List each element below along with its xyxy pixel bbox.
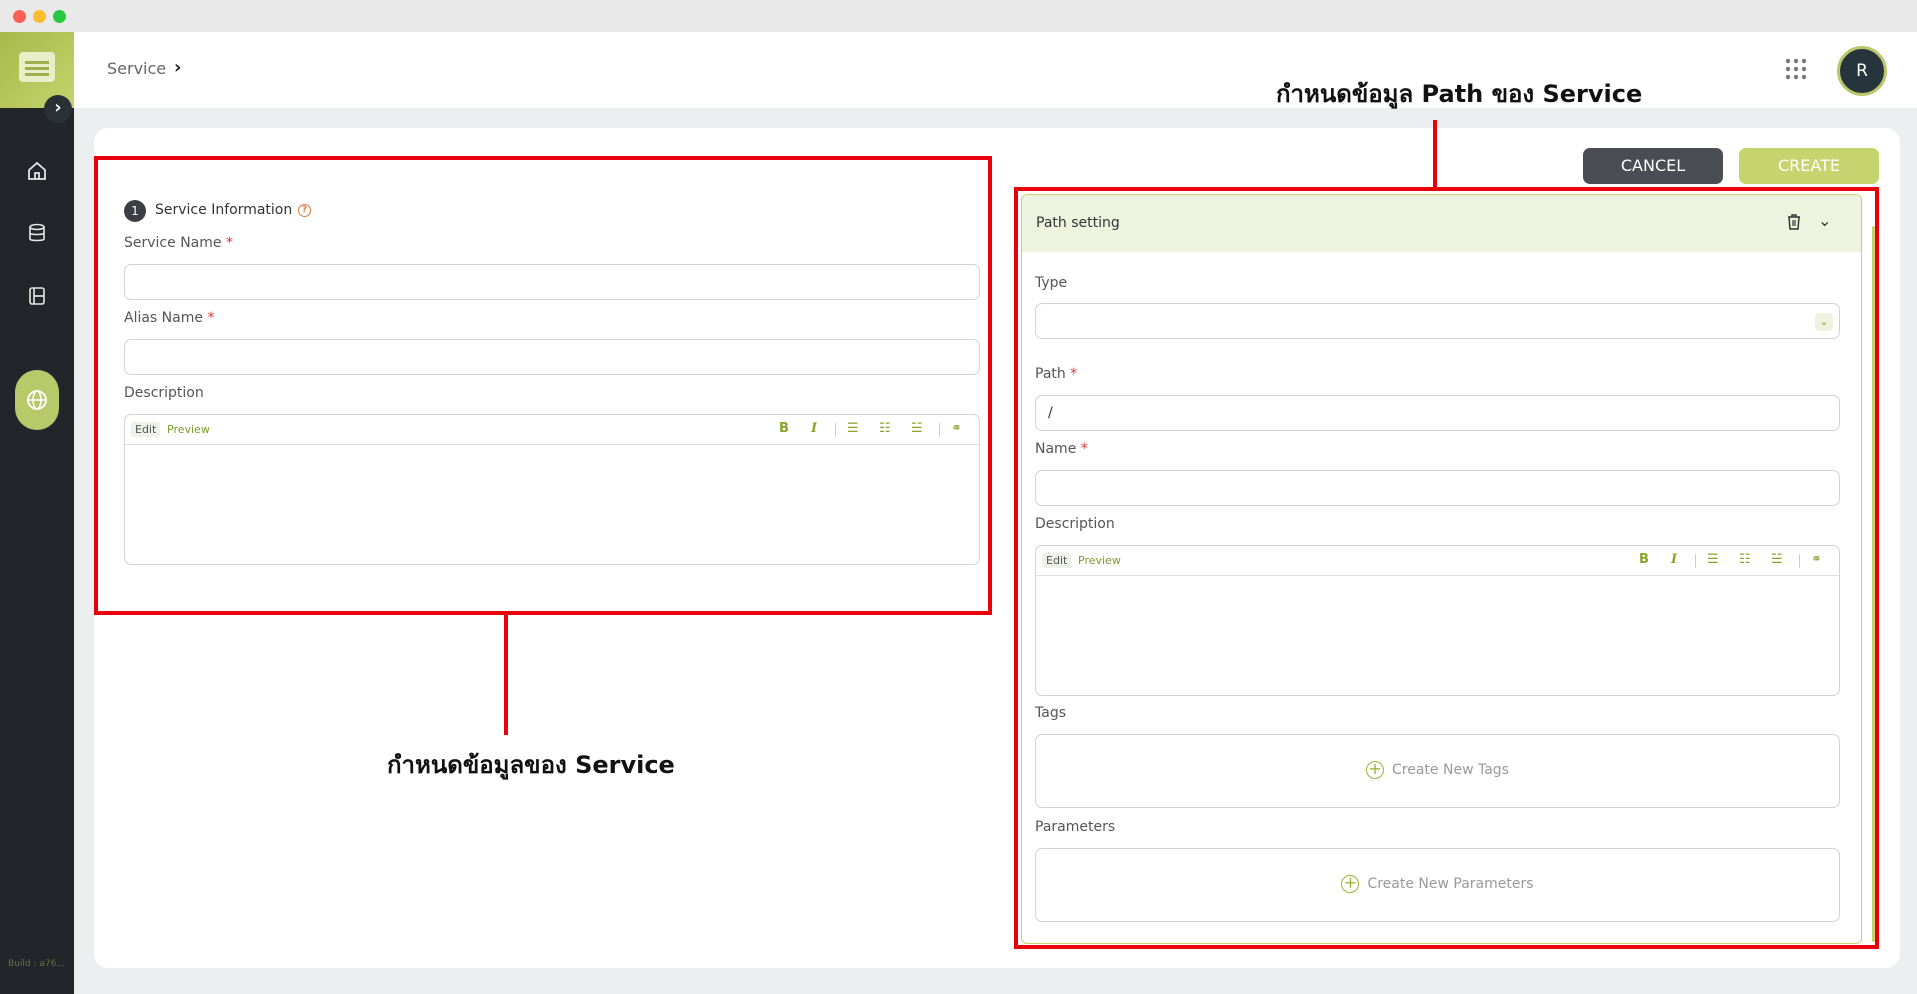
annotation-box-service: [94, 156, 992, 615]
annotation-line-service: [504, 615, 508, 735]
book-icon: [29, 287, 45, 305]
cancel-button[interactable]: CANCEL: [1583, 148, 1723, 184]
sidebar-item-service[interactable]: [15, 370, 59, 430]
close-window-button[interactable]: [13, 10, 26, 23]
apps-grid-icon[interactable]: [1784, 57, 1808, 81]
sidebar-item-book[interactable]: [18, 277, 56, 315]
annotation-text-service: กำหนดข้อมูลของ Service: [387, 751, 675, 779]
sidebar-item-database[interactable]: [18, 214, 56, 252]
breadcrumb-service[interactable]: Service: [107, 59, 166, 78]
window-titlebar: [0, 0, 1917, 32]
annotation-line-path: [1433, 120, 1437, 189]
globe-icon: [27, 390, 47, 410]
build-label: Build : a76...: [8, 959, 65, 969]
annotation-text-path: กำหนดข้อมูล Path ของ Service: [1276, 80, 1643, 108]
annotation-box-path: [1014, 187, 1879, 949]
create-button[interactable]: CREATE: [1739, 148, 1879, 184]
user-avatar[interactable]: R: [1837, 46, 1887, 96]
sidebar-item-home[interactable]: [18, 152, 56, 190]
sidebar: › Build : a76...: [0, 32, 74, 994]
sidebar-expand-button[interactable]: ›: [44, 95, 72, 123]
minimize-window-button[interactable]: [33, 10, 46, 23]
app-window: › Build : a76... Service › R 1 Service I…: [0, 0, 1917, 994]
maximize-window-button[interactable]: [53, 10, 66, 23]
logo-icon: [19, 52, 55, 82]
home-icon: [28, 161, 46, 180]
database-icon: [29, 223, 45, 242]
chevron-right-icon: ›: [174, 57, 182, 78]
